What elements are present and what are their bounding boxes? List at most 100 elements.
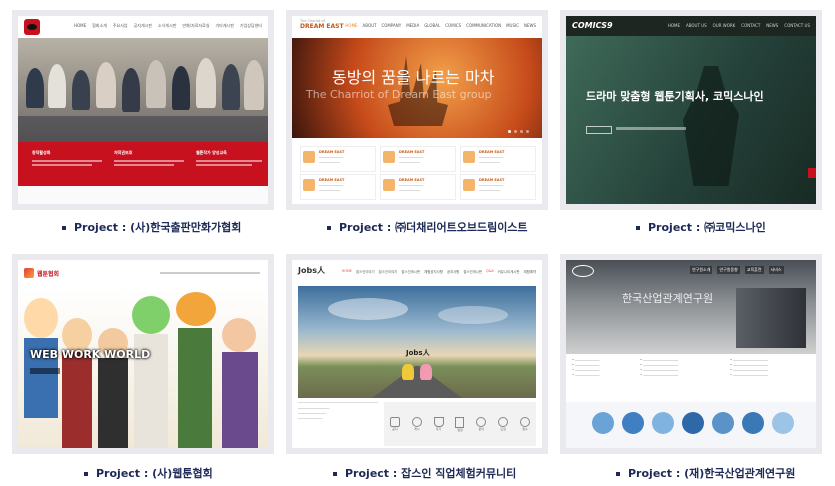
nav-item[interactable]: COMMUNICATION [466,23,501,28]
project-thumbnail-2[interactable]: The Chariot of DREAM EAST HOME ABOUT COM… [292,16,542,204]
nav-item[interactable]: 협회소개 [92,23,107,29]
hero-headline: 동방의 꿈을 나르는 마차 [332,68,495,87]
hero-banner: 드라마 맞춤형 웹툰기획사, 코믹스나인 [566,36,816,204]
nav-item[interactable]: 잡스인이야기 [356,269,375,274]
hero-headline: WEB WORK WORLD [30,348,151,361]
character-mascot [420,364,432,380]
site-nav: HOME 협회소개 주요사업 공지게시판 소식게시판 만화/자료자료실 기타게시… [18,16,268,38]
nav-item[interactable]: 체험예약 [524,269,536,274]
site-nav: COMICS9 HOME ABOUT US OUR WORK CONTACT N… [566,16,816,36]
nav-item[interactable]: 잡스인게시판 [401,269,420,274]
nav-item[interactable]: 체험공지사항 [424,269,443,274]
slider-dots[interactable] [508,130,529,133]
nav-item[interactable]: 만화/자료자료실 [182,23,209,29]
trophy-icon [433,417,444,427]
project-caption-4: Project : (사)웹툰협회 [84,465,213,481]
view-more-button[interactable] [586,126,612,134]
nav-item[interactable]: MUSIC [506,23,519,28]
view-more-button[interactable] [30,368,60,374]
building-interior [736,288,806,348]
hero-headline: 드라마 맞춤형 웹툰기획사, 코믹스나인 [586,90,764,103]
nav-item[interactable]: CONTACT US [784,23,810,28]
quick-menu-item[interactable]: 모집 [498,417,509,431]
nav-item[interactable]: Q&A [486,269,494,274]
red-info-band: 창작활성화 저작권보호 웹툰작가 양성교육 [18,142,268,186]
project-card-1[interactable]: HOME 협회소개 주요사업 공지게시판 소식게시판 만화/자료자료실 기타게시… [12,10,274,210]
site-logo: 웹툰협회 [24,268,59,278]
nav-item[interactable]: 잡스인게시판 [463,269,482,274]
bullet-icon [84,472,88,476]
nav-item[interactable]: OUR WORK [713,23,736,28]
quick-link-icon[interactable] [772,412,794,434]
people-icon [476,417,487,427]
project-card-5[interactable]: Jobs人 HOME 잡스인이야기 잡스인이야기 잡스인게시판 체험공지사항 공… [286,254,548,454]
nav-item[interactable]: 공지사항 [447,269,459,274]
site-logo: Jobs人 [298,266,325,275]
nav-item[interactable]: HOME [668,23,680,28]
nav-item[interactable]: 공지게시판 [134,23,152,29]
nav-item[interactable]: 연구원동향 [717,266,740,274]
nav-item[interactable]: 기타게시판 [216,23,234,29]
quick-link-icon[interactable] [742,412,764,434]
conference-photo [18,38,268,142]
nav-item[interactable]: NEWS [766,23,778,28]
hero-headline: 한국산업관계연구원 [622,292,714,305]
webtoon-logo-icon [24,268,34,278]
quick-menu: 공지 게시 후기 일정 문의 모집 접수 [384,402,536,446]
quick-link-icon[interactable] [682,412,704,434]
column-title: 저작권보호 [114,150,133,155]
notice-box: ――――――――― ―――――――― ――――――― [298,402,378,447]
nav-item[interactable]: HOME [345,23,357,28]
quick-link-icon[interactable] [622,412,644,434]
quick-link-icon[interactable] [712,412,734,434]
quick-link-icon[interactable] [652,412,674,434]
quick-menu-item[interactable]: 후기 [433,417,444,431]
news-grid: DREAM EAST ――――――― ―――――― DREAM EAST ――――――… [292,142,542,204]
quick-menu-item[interactable]: 일정 [455,416,465,432]
site-nav: The Chariot of DREAM EAST HOME ABOUT COM… [292,16,542,38]
nav-item[interactable]: 잡스인이야기 [379,269,398,274]
project-thumbnail-4[interactable]: 웹툰협회 WEB WORK WORLD [18,260,268,448]
project-card-3[interactable]: COMICS9 HOME ABOUT US OUR WORK CONTACT N… [560,10,822,210]
quick-menu-item[interactable]: 게시 [411,417,422,431]
project-thumbnail-5[interactable]: Jobs人 HOME 잡스인이야기 잡스인이야기 잡스인게시판 체험공지사항 공… [292,260,542,448]
quick-menu-item[interactable]: 공지 [389,417,400,431]
nav-item[interactable]: COMICS [445,23,461,28]
column-title: 웹툰작가 양성교육 [196,150,227,155]
chat-icon [411,417,422,427]
nav-item[interactable]: CONTACT [741,23,760,28]
project-thumbnail-1[interactable]: HOME 협회소개 주요사업 공지게시판 소식게시판 만화/자료자료실 기타게시… [18,16,268,204]
quick-menu-item[interactable]: 문의 [476,417,487,431]
nav-item[interactable]: HOME [342,269,352,274]
nav-item[interactable]: 서비스 [768,266,784,274]
nav-item[interactable]: COMPANY [381,23,401,28]
project-thumbnail-3[interactable]: COMICS9 HOME ABOUT US OUR WORK CONTACT N… [566,16,816,204]
project-thumbnail-6[interactable]: 연구원소개 연구원동향 교육훈련 서비스 한국산업관계연구원 • ―――――――… [566,260,816,448]
character-illustration: WEB WORK WORLD [18,288,268,448]
nav-item[interactable]: GLOBAL [424,23,440,28]
nav-item[interactable]: ABOUT [363,23,377,28]
hero-subheadline: The Charriot of Dream East group [306,88,492,101]
nav-item[interactable]: 커뮤니티게시판 [498,269,520,274]
next-slide-button[interactable] [808,168,816,178]
nav-item[interactable]: MEDIA [406,23,419,28]
nav-item[interactable]: 주요사업 [113,23,128,29]
character-mascot [402,364,414,380]
quick-link-icon[interactable] [592,412,614,434]
nav-item[interactable]: NEWS [524,23,536,28]
nav-item[interactable]: 연구원소개 [690,266,713,274]
quick-menu-item[interactable]: 접수 [519,417,530,431]
nav-item[interactable]: HOME [74,23,86,29]
notice-icon [389,417,400,427]
project-card-2[interactable]: The Chariot of DREAM EAST HOME ABOUT COM… [286,10,548,210]
project-card-6[interactable]: 연구원소개 연구원동향 교육훈련 서비스 한국산업관계연구원 • ―――――――… [560,254,822,454]
banner-logo: Jobs人 [406,349,430,357]
bullet-icon [636,226,640,230]
nav-item[interactable]: 교육훈련 [744,266,764,274]
project-card-4[interactable]: 웹툰협회 WEB WORK WORLD [12,254,274,454]
nav-item[interactable]: 소식게시판 [158,23,176,29]
nav-item[interactable]: 기업상담센터 [240,23,262,29]
site-nav: Jobs人 HOME 잡스인이야기 잡스인이야기 잡스인게시판 체험공지사항 공… [292,260,542,284]
nav-item[interactable]: ABOUT US [686,23,707,28]
site-nav: 웹툰협회 [18,260,268,288]
